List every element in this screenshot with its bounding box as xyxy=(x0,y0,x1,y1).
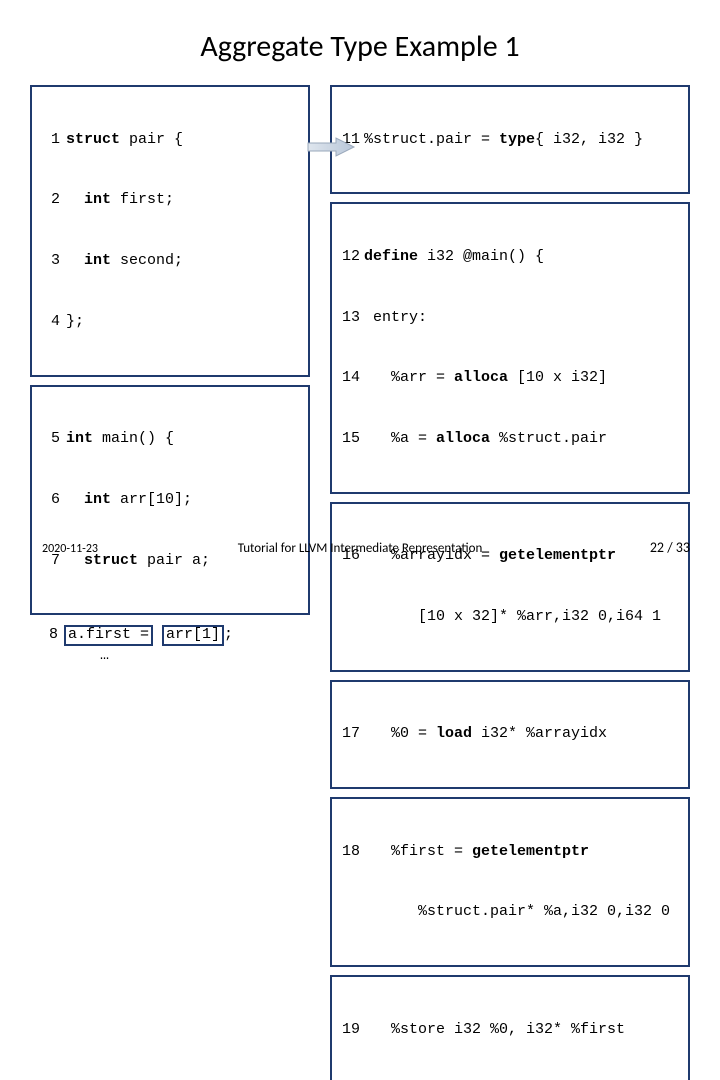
lineno: 18 xyxy=(338,842,360,862)
right-column: 11%struct.pair = type{ i32, i32 } 12defi… xyxy=(330,85,690,1080)
page-number: 22 / 33 xyxy=(650,539,690,556)
code-text: int main() { xyxy=(66,429,174,449)
code-text: entry: xyxy=(364,308,427,328)
footer: 2020-11-23 22 / 33 xyxy=(0,539,720,556)
ir-define-box: 12define i32 @main() { 13 entry: 14 %arr… xyxy=(330,202,690,494)
lineno: 8 xyxy=(36,625,58,646)
c-assign-line: 8 a.first = arr[1]; … xyxy=(30,623,310,668)
code-text: struct pair { xyxy=(66,130,183,150)
lineno: 12 xyxy=(338,247,360,267)
code-text: [10 x 32]* %arr,i32 0,i64 1 xyxy=(364,607,661,627)
code-text: int first; xyxy=(66,190,174,210)
code-text: %first = getelementptr xyxy=(364,842,589,862)
lineno: 6 xyxy=(38,490,60,510)
rhs-box: arr[1] xyxy=(162,625,224,646)
lineno: 5 xyxy=(38,429,60,449)
code-text: %struct.pair = type{ i32, i32 } xyxy=(364,130,643,150)
lhs-box: a.first = xyxy=(64,625,153,646)
slide-content: 1 struct pair { 2 int first; 3 int second… xyxy=(0,65,720,1080)
code-text: %store i32 %0, i32* %first xyxy=(364,1020,625,1040)
lineno: 17 xyxy=(338,724,360,744)
code-text: define i32 @main() { xyxy=(364,247,544,267)
arrow-icon xyxy=(306,136,356,158)
ellipsis: … xyxy=(64,646,109,666)
code-text: %0 = load i32* %arrayidx xyxy=(364,724,607,744)
lineno: 3 xyxy=(38,251,60,271)
page-current: 22 xyxy=(650,539,664,556)
footer-date: 2020-11-23 xyxy=(42,542,98,556)
left-column: 1 struct pair { 2 int first; 3 int second… xyxy=(30,85,310,1080)
ir-gep2-box: 18 %first = getelementptr %struct.pair* … xyxy=(330,797,690,967)
code-text: int second; xyxy=(66,251,183,271)
slide-title: Aggregate Type Example 1 xyxy=(0,28,720,65)
page-total: 33 xyxy=(676,539,690,556)
code-text: %a = alloca %struct.pair xyxy=(364,429,607,449)
page-sep: / xyxy=(667,539,672,556)
code-text: %arr = alloca [10 x i32] xyxy=(364,368,607,388)
lineno: 13 xyxy=(338,308,360,328)
code-text: %struct.pair* %a,i32 0,i32 0 xyxy=(364,902,670,922)
lineno xyxy=(338,607,360,627)
ir-store-box: 19 %store i32 %0, i32* %first xyxy=(330,975,690,1080)
lineno: 15 xyxy=(338,429,360,449)
lineno xyxy=(36,646,58,666)
lineno: 19 xyxy=(338,1020,360,1040)
semi: ; xyxy=(224,626,233,643)
c-struct-box: 1 struct pair { 2 int first; 3 int second… xyxy=(30,85,310,377)
lineno: 14 xyxy=(338,368,360,388)
ir-type-box: 11%struct.pair = type{ i32, i32 } xyxy=(330,85,690,194)
lineno xyxy=(338,902,360,922)
lineno: 1 xyxy=(38,130,60,150)
ir-load-box: 17 %0 = load i32* %arrayidx xyxy=(330,680,690,789)
ir-gep1-box: 16 %arrayidx = getelementptr [10 x 32]* … xyxy=(330,502,690,672)
code-text: }; xyxy=(66,312,84,332)
c-main-box: 5int main() { 6 int arr[10]; 7 struct pa… xyxy=(30,385,310,616)
lineno: 4 xyxy=(38,312,60,332)
lineno: 2 xyxy=(38,190,60,210)
code-text: int arr[10]; xyxy=(66,490,192,510)
code-text: a.first = arr[1]; xyxy=(64,625,233,646)
